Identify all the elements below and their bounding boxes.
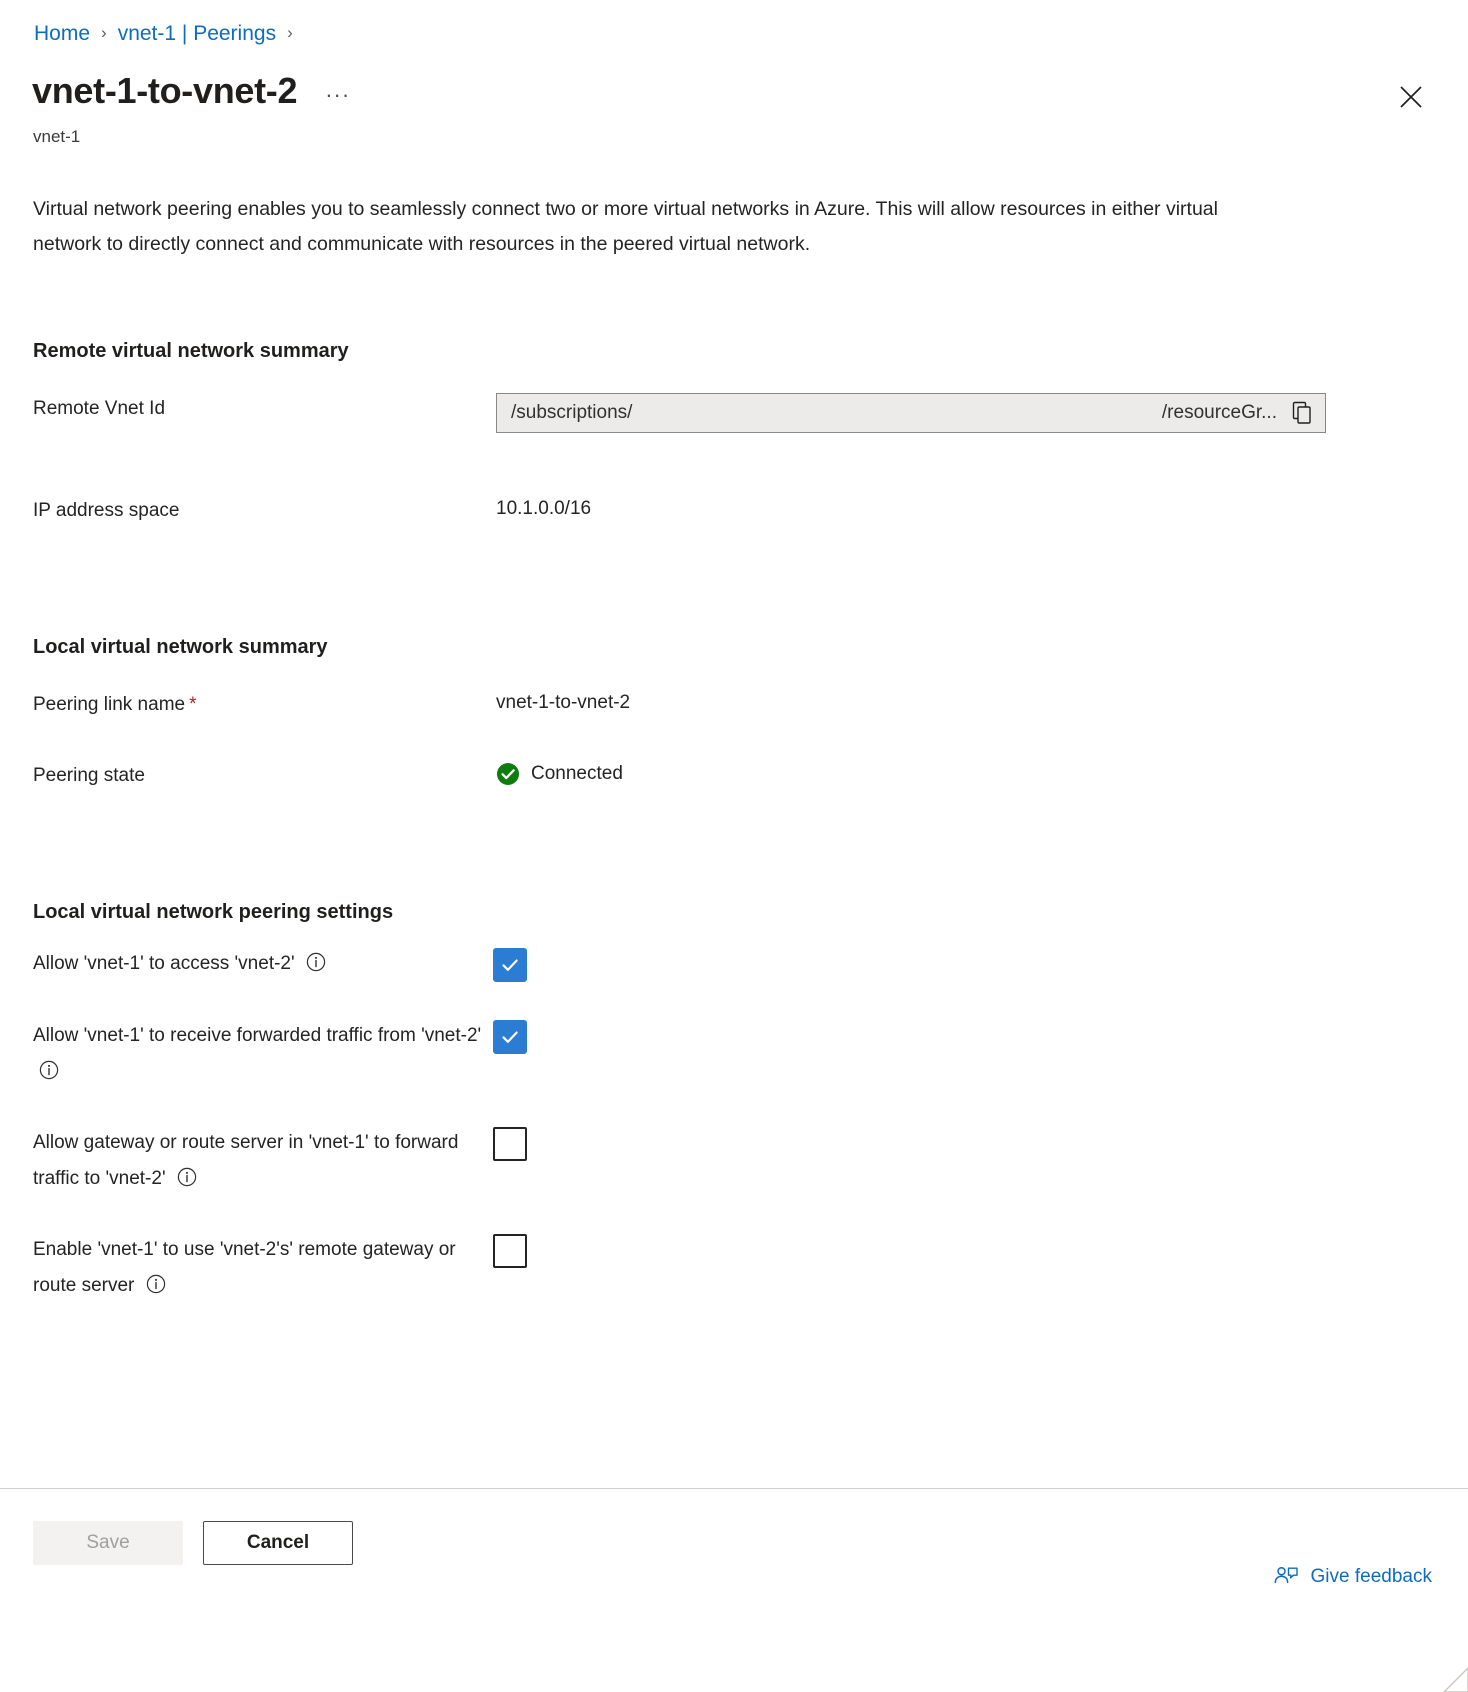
checkbox-label-allow-access: Allow 'vnet-1' to access 'vnet-2' bbox=[33, 946, 493, 985]
resize-grip[interactable] bbox=[1422, 1646, 1468, 1692]
peering-state-row: Peering state Connected bbox=[33, 760, 1433, 790]
check-circle-icon bbox=[497, 763, 519, 785]
peering-blade: Home › vnet-1 | Peerings › vnet-1-to-vne… bbox=[0, 0, 1468, 1692]
section-heading-remote-summary: Remote virtual network summary bbox=[33, 340, 349, 362]
page-title: vnet-1-to-vnet-2 bbox=[32, 70, 298, 111]
peering-link-name-label: Peering link name * bbox=[33, 689, 496, 719]
checkbox-row-allow-access: Allow 'vnet-1' to access 'vnet-2' bbox=[33, 946, 593, 985]
give-feedback-label: Give feedback bbox=[1310, 1566, 1432, 1587]
peering-state-value: Connected bbox=[496, 760, 623, 788]
close-icon bbox=[1400, 86, 1422, 108]
peering-state-text: Connected bbox=[531, 763, 623, 784]
checkbox-label-use-remote-gateway: Enable 'vnet-1' to use 'vnet-2's' remote… bbox=[33, 1232, 493, 1307]
info-icon[interactable] bbox=[306, 949, 326, 985]
page-subtitle: vnet-1 bbox=[33, 127, 81, 146]
section-heading-local-summary: Local virtual network summary bbox=[33, 636, 328, 658]
checkbox-label-gateway-forward-traffic: Allow gateway or route server in 'vnet-1… bbox=[33, 1125, 493, 1200]
title-row: vnet-1-to-vnet-2 ··· bbox=[32, 68, 356, 114]
checkbox-row-receive-forwarded-traffic: Allow 'vnet-1' to receive forwarded traf… bbox=[33, 1018, 593, 1093]
ip-address-space-label: IP address space bbox=[33, 500, 180, 521]
remote-vnet-id-value-start: /subscriptions/ bbox=[511, 402, 633, 423]
save-button[interactable]: Save bbox=[33, 1521, 183, 1565]
info-icon-glyph bbox=[177, 1167, 197, 1187]
checkbox-label-text: Enable 'vnet-1' to use 'vnet-2's' remote… bbox=[33, 1239, 456, 1296]
info-icon-glyph bbox=[306, 952, 326, 972]
breadcrumb-item-home[interactable]: Home bbox=[34, 20, 90, 48]
info-icon-glyph bbox=[39, 1060, 59, 1080]
section-heading-peering-settings: Local virtual network peering settings bbox=[33, 901, 394, 923]
checkbox-label-text: Allow 'vnet-1' to receive forwarded traf… bbox=[33, 1025, 482, 1046]
info-icon[interactable] bbox=[146, 1271, 166, 1307]
checkbox-row-gateway-forward-traffic: Allow gateway or route server in 'vnet-1… bbox=[33, 1125, 593, 1200]
checkbox-allow-access[interactable] bbox=[493, 948, 527, 982]
more-options-button[interactable]: ··· bbox=[319, 84, 356, 106]
breadcrumb: Home › vnet-1 | Peerings › bbox=[34, 20, 304, 48]
checkbox-use-remote-gateway[interactable] bbox=[493, 1234, 527, 1268]
footer-divider bbox=[0, 1488, 1468, 1489]
remote-vnet-id-field[interactable]: /subscriptions/ /resourceGr... bbox=[496, 393, 1326, 433]
required-asterisk: * bbox=[189, 694, 197, 715]
copy-icon bbox=[1292, 401, 1311, 424]
ip-address-space-value: 10.1.0.0/16 bbox=[496, 498, 592, 519]
info-icon-glyph bbox=[146, 1274, 165, 1294]
checkbox-receive-forwarded-traffic[interactable] bbox=[493, 1020, 527, 1054]
checkbox-gateway-forward-traffic[interactable] bbox=[493, 1127, 527, 1161]
chevron-right-icon: › bbox=[101, 23, 107, 42]
footer-actions: Save Cancel bbox=[33, 1521, 353, 1565]
checkmark-icon bbox=[502, 1031, 518, 1043]
checkbox-label-text: Allow gateway or route server in 'vnet-1… bbox=[33, 1132, 459, 1189]
checkmark-icon bbox=[502, 959, 518, 971]
close-button[interactable] bbox=[1394, 80, 1428, 114]
ip-address-space-row: IP address space 10.1.0.0/16 bbox=[33, 495, 1433, 525]
peering-link-name-label-text: Peering link name bbox=[33, 694, 186, 715]
info-icon[interactable] bbox=[39, 1057, 59, 1093]
blade-description: Virtual network peering enables you to s… bbox=[33, 198, 1218, 255]
info-icon[interactable] bbox=[177, 1164, 197, 1200]
checkbox-label-text: Allow 'vnet-1' to access 'vnet-2' bbox=[33, 953, 295, 974]
give-feedback-link[interactable]: Give feedback bbox=[1273, 1565, 1432, 1589]
peering-state-label: Peering state bbox=[33, 765, 145, 786]
peering-link-name-value: vnet-1-to-vnet-2 bbox=[496, 692, 631, 713]
feedback-person-icon bbox=[1274, 1566, 1298, 1584]
peering-link-name-row: Peering link name * vnet-1-to-vnet-2 bbox=[33, 689, 1433, 719]
breadcrumb-item-peerings[interactable]: vnet-1 | Peerings bbox=[118, 20, 276, 48]
checkbox-label-receive-forwarded-traffic: Allow 'vnet-1' to receive forwarded traf… bbox=[33, 1018, 493, 1093]
remote-vnet-id-value-end: /resourceGr... bbox=[1161, 402, 1277, 423]
copy-button[interactable] bbox=[1287, 398, 1317, 428]
resize-grip-icon bbox=[1443, 1667, 1468, 1692]
chevron-right-icon: › bbox=[287, 23, 293, 42]
checkbox-row-use-remote-gateway: Enable 'vnet-1' to use 'vnet-2's' remote… bbox=[33, 1232, 593, 1307]
remote-vnet-id-row: Remote Vnet Id /subscriptions/ /resource… bbox=[33, 393, 1433, 433]
remote-vnet-id-label: Remote Vnet Id bbox=[33, 398, 166, 419]
cancel-button[interactable]: Cancel bbox=[203, 1521, 353, 1565]
